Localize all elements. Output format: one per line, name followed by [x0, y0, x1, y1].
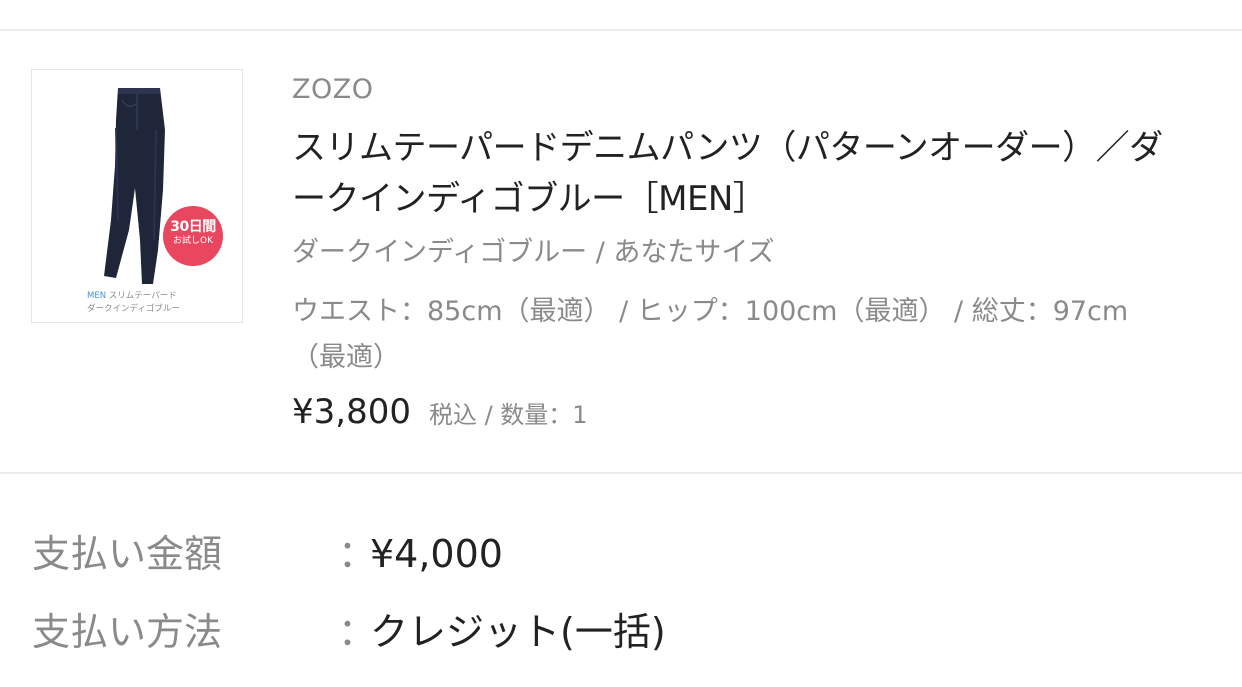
payment-method-value: クレジット(一括) — [370, 610, 666, 654]
price-row: ¥3,800 税込 / 数量：1 — [292, 390, 588, 434]
jeans-image — [104, 88, 165, 284]
thumbnail-caption: MEN スリムテーパード ダークインディゴブルー — [87, 290, 180, 316]
thumbnail-caption-line1: スリムテーパード — [108, 291, 177, 301]
trial-badge-line2: お試しOK — [173, 236, 213, 246]
product-price: ¥3,800 — [292, 392, 411, 432]
thumbnail-caption-tag: MEN — [87, 291, 107, 301]
product-sizes: ウエスト：85cm（最適） / ヒップ：100cm（最適） / 総丈：97cm（… — [292, 296, 1129, 373]
order-item[interactable]: 30日間 お試しOK MEN スリムテーパード ダークインディゴブルー ZOZO… — [0, 31, 1242, 472]
product-title[interactable]: スリムテーパードデニムパンツ（パターンオーダー）／ダークインディゴブルー［MEN… — [292, 123, 1192, 225]
payment-method-label: 支払い方法 — [32, 610, 223, 654]
thumbnail-caption-line2: ダークインディゴブルー — [87, 304, 180, 314]
product-thumbnail[interactable]: 30日間 お試しOK MEN スリムテーパード ダークインディゴブルー — [31, 69, 243, 323]
payment-amount-value: ¥4,000 — [370, 532, 503, 576]
trial-badge-line1: 30日間 — [170, 219, 216, 235]
trial-badge: 30日間 お試しOK — [163, 206, 223, 266]
price-note: 税込 / 数量：1 — [428, 401, 588, 429]
brand-name[interactable]: ZOZO — [292, 75, 374, 105]
section-divider — [0, 472, 1242, 474]
product-variant: ダークインディゴブルー / あなたサイズ — [292, 237, 775, 268]
payment-amount-label: 支払い金額 — [32, 532, 223, 576]
